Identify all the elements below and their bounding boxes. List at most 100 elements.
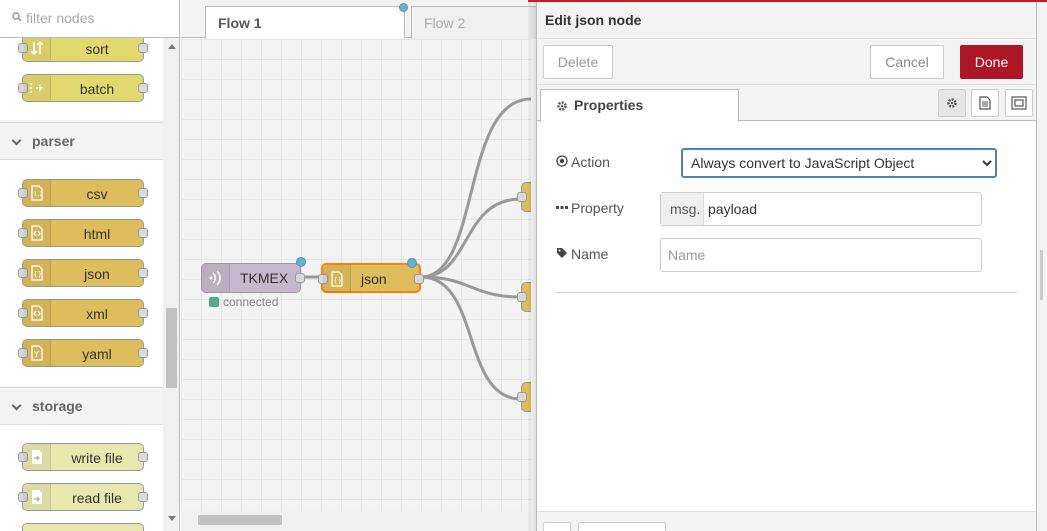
chevron-down-icon bbox=[11, 400, 22, 411]
input-port[interactable] bbox=[517, 392, 527, 402]
input-port[interactable] bbox=[517, 292, 527, 302]
description-tab-button[interactable] bbox=[971, 89, 999, 117]
canvas-horizontal-scrollbar[interactable] bbox=[181, 511, 531, 531]
output-port bbox=[138, 492, 148, 502]
flow-node-tkmex[interactable]: TKMEX bbox=[201, 257, 306, 293]
node-label: json bbox=[84, 266, 110, 282]
category-header-parser[interactable]: parser bbox=[0, 122, 163, 160]
input-port[interactable] bbox=[517, 192, 527, 202]
flow-canvas[interactable]: TKMEX connected {} json bbox=[181, 39, 531, 511]
json-icon: {} bbox=[23, 260, 51, 286]
svg-text:1,2: 1,2 bbox=[33, 191, 43, 198]
palette-scrollbar[interactable] bbox=[163, 38, 179, 531]
appearance-tab-button[interactable] bbox=[1005, 89, 1033, 117]
chevron-down-icon bbox=[11, 135, 22, 146]
palette-search bbox=[0, 0, 179, 38]
type-selector[interactable]: msg. bbox=[661, 193, 704, 225]
output-port[interactable] bbox=[295, 273, 305, 283]
palette-node-yaml[interactable]: Y yaml bbox=[18, 339, 148, 367]
done-button[interactable]: Done bbox=[960, 45, 1023, 79]
header-accent-line bbox=[528, 0, 1047, 2]
category-header-storage[interactable]: storage bbox=[0, 387, 163, 425]
wire[interactable] bbox=[420, 97, 531, 279]
tab-label: Properties bbox=[574, 97, 644, 113]
frame-icon bbox=[1011, 96, 1027, 110]
cancel-button[interactable]: Cancel bbox=[870, 45, 944, 79]
node-status: connected bbox=[209, 295, 278, 309]
sort-icon bbox=[23, 38, 51, 61]
palette-node-partial[interactable] bbox=[22, 523, 144, 531]
json-icon: {} bbox=[323, 265, 351, 293]
svg-text:{}: {} bbox=[33, 271, 42, 279]
scrollbar-thumb[interactable] bbox=[166, 308, 177, 388]
settings-tab-button[interactable] bbox=[938, 89, 966, 117]
file-read-icon bbox=[23, 484, 51, 510]
svg-text:Y: Y bbox=[33, 350, 39, 359]
tray-tabs: Properties bbox=[537, 85, 1037, 122]
tag-icon bbox=[557, 248, 567, 258]
palette-node-batch[interactable]: batch bbox=[18, 74, 148, 102]
output-port bbox=[138, 308, 148, 318]
tray-title: Edit json node bbox=[545, 12, 642, 28]
palette-node-xml[interactable]: xml bbox=[18, 299, 148, 327]
flow-node-json-selected[interactable]: {} json bbox=[318, 258, 424, 293]
tray-resize-gutter[interactable] bbox=[1036, 0, 1047, 531]
footer-toggle-button[interactable] bbox=[578, 522, 666, 531]
output-port bbox=[138, 228, 148, 238]
output-port bbox=[138, 268, 148, 278]
node-label: json bbox=[361, 271, 387, 287]
form-row-action: Action Always convert to JavaScript Obje… bbox=[556, 146, 1016, 180]
output-port bbox=[138, 452, 148, 462]
tab-flow-2[interactable]: Flow 2 bbox=[411, 6, 541, 39]
category-label: parser bbox=[32, 133, 75, 149]
changed-indicator bbox=[296, 257, 306, 267]
sequence-category-content: sort batch bbox=[0, 38, 163, 120]
output-port bbox=[138, 188, 148, 198]
changed-indicator bbox=[399, 3, 408, 12]
output-port[interactable] bbox=[414, 274, 424, 284]
resize-handle[interactable] bbox=[1040, 250, 1043, 300]
name-input[interactable] bbox=[660, 238, 982, 272]
footer-button[interactable] bbox=[543, 522, 571, 531]
tab-properties[interactable]: Properties bbox=[540, 89, 739, 122]
wifi-icon bbox=[202, 264, 230, 292]
file-save-icon bbox=[23, 444, 51, 470]
delete-button[interactable]: Delete bbox=[543, 45, 613, 79]
tray-toolbar: Delete Cancel Done bbox=[537, 39, 1037, 85]
workspace: Flow 1 Flow 2 TKMEX connected {} json bbox=[181, 0, 541, 531]
scroll-down-icon[interactable] bbox=[168, 516, 176, 521]
tray-header: Edit json node bbox=[537, 2, 1037, 39]
tab-label: Flow 1 bbox=[218, 15, 262, 31]
palette-node-read-file[interactable]: read file bbox=[18, 483, 148, 511]
action-select[interactable]: Always convert to JavaScript Object bbox=[681, 148, 997, 178]
document-icon bbox=[979, 96, 991, 110]
parser-category-content: 1,2 csv html {} json xml Y yaml bbox=[0, 160, 163, 386]
palette-node-csv[interactable]: 1,2 csv bbox=[18, 179, 148, 207]
scroll-up-icon[interactable] bbox=[168, 44, 176, 49]
gear-icon bbox=[947, 98, 957, 108]
palette-list: sort batch parser 1,2 csv html {} json x… bbox=[0, 38, 163, 531]
palette-node-sort[interactable]: sort bbox=[18, 38, 148, 62]
property-input[interactable] bbox=[708, 201, 968, 217]
node-label: read file bbox=[72, 490, 122, 506]
name-label: Name bbox=[556, 246, 608, 262]
status-dot bbox=[209, 297, 219, 307]
node-palette: sort batch parser 1,2 cs bbox=[0, 0, 180, 531]
batch-icon bbox=[23, 75, 51, 101]
storage-category-content: write file read file bbox=[0, 425, 163, 531]
scrollbar-thumb[interactable] bbox=[198, 515, 282, 525]
palette-search-input[interactable] bbox=[26, 10, 171, 26]
gear-icon bbox=[557, 101, 567, 111]
palette-node-json[interactable]: {} json bbox=[18, 259, 148, 287]
palette-node-write-file[interactable]: write file bbox=[18, 443, 148, 471]
palette-node-html[interactable]: html bbox=[18, 219, 148, 247]
node-label: batch bbox=[79, 81, 115, 97]
form-row-property: Property msg. bbox=[556, 192, 1016, 226]
wire[interactable] bbox=[420, 197, 522, 279]
node-label: sort bbox=[85, 41, 109, 57]
form-row-name: Name bbox=[556, 238, 1016, 272]
tab-flow-1[interactable]: Flow 1 bbox=[205, 3, 408, 39]
output-port bbox=[138, 83, 148, 93]
output-port bbox=[138, 348, 148, 358]
property-typed-input[interactable]: msg. bbox=[660, 192, 982, 226]
